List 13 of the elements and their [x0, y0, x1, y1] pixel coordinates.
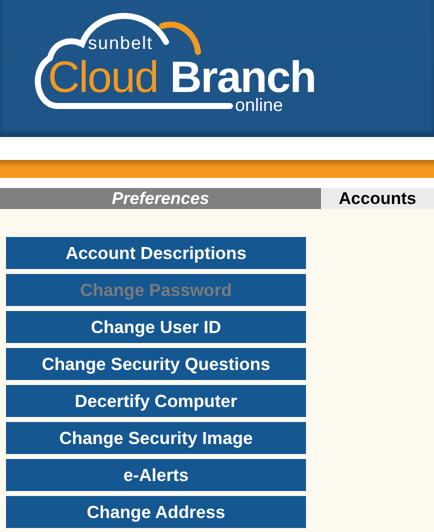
logo-word: Branch [170, 60, 316, 96]
logo-subtitle: online [235, 96, 284, 114]
logo-tagline: sunbelt [88, 34, 154, 52]
tab[interactable]: Accounts [321, 188, 434, 209]
menu-button[interactable]: Decertify Computer [6, 385, 306, 417]
tab[interactable]: Preferences [0, 188, 321, 209]
menu-button[interactable]: Change Security Image [6, 422, 306, 454]
menu-button[interactable]: Account Descriptions [6, 237, 306, 269]
menu-button[interactable]: e-Alerts [6, 459, 306, 491]
logo-word: Cloud [48, 60, 158, 96]
menu-button[interactable]: Change User ID [6, 311, 306, 343]
menu-button[interactable]: Change Address [6, 496, 306, 528]
menu-button[interactable]: Change Security Questions [6, 348, 306, 380]
